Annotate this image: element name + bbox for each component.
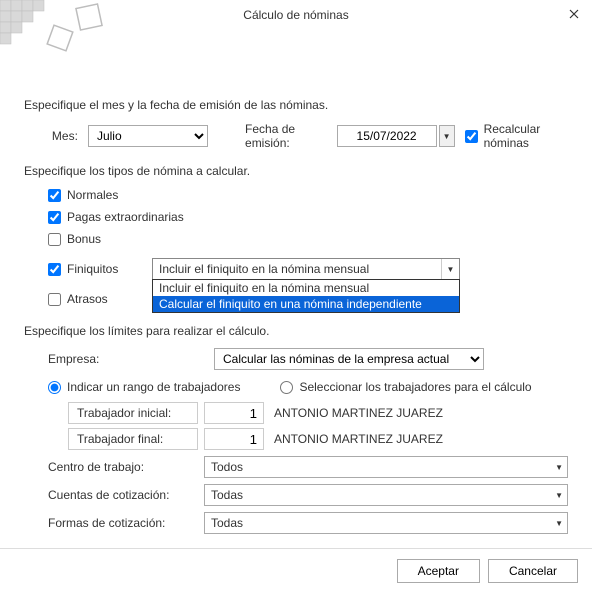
fini-option-1[interactable]: Calcular el finiquito en una nómina inde…	[153, 296, 459, 312]
worker-initial-row: Trabajador inicial: ANTONIO MARTINEZ JUA…	[68, 402, 568, 424]
mes-label: Mes:	[48, 129, 78, 143]
formas-select[interactable]: Todas▼	[204, 512, 568, 534]
decor-squares-icon	[0, 0, 110, 60]
centro-row: Centro de trabajo: Todos▼	[48, 456, 568, 478]
worker-initial-num[interactable]	[204, 402, 264, 424]
formas-label: Formas de cotización:	[48, 516, 204, 530]
fecha-input[interactable]	[337, 125, 437, 147]
radio-rango[interactable]: Indicar un rango de trabajadores	[48, 380, 240, 394]
dialog-footer: Aceptar Cancelar	[0, 548, 592, 593]
chevron-down-icon[interactable]: ▼	[441, 259, 459, 279]
chk-normales[interactable]: Normales	[48, 188, 568, 202]
empresa-label: Empresa:	[48, 352, 204, 366]
chevron-down-icon[interactable]: ▼	[555, 519, 563, 528]
cuentas-row: Cuentas de cotización: Todas▼	[48, 484, 568, 506]
section1-heading: Especifique el mes y la fecha de emisión…	[24, 98, 568, 112]
finiquitos-select[interactable]: Incluir el finiquito en la nómina mensua…	[152, 258, 460, 280]
recalc-checkbox-input[interactable]	[465, 130, 478, 143]
chevron-down-icon[interactable]: ▼	[555, 463, 563, 472]
chevron-down-icon[interactable]: ▼	[555, 491, 563, 500]
section2-heading: Especifique los tipos de nómina a calcul…	[24, 164, 568, 178]
recalc-label: Recalcular nóminas	[484, 122, 568, 150]
chk-pagas[interactable]: Pagas extraordinarias	[48, 210, 568, 224]
accept-button[interactable]: Aceptar	[397, 559, 480, 583]
cuentas-select[interactable]: Todas▼	[204, 484, 568, 506]
cuentas-label: Cuentas de cotización:	[48, 488, 204, 502]
fecha-label: Fecha de emisión:	[245, 122, 327, 150]
empresa-select[interactable]: Calcular las nóminas de la empresa actua…	[214, 348, 484, 370]
dialog-content: Especifique el mes y la fecha de emisión…	[0, 30, 592, 534]
cancel-button[interactable]: Cancelar	[488, 559, 578, 583]
chk-bonus[interactable]: Bonus	[48, 232, 568, 246]
limits-group: Empresa: Calcular las nóminas de la empr…	[24, 348, 568, 534]
worker-final-row: Trabajador final: ANTONIO MARTINEZ JUARE…	[68, 428, 568, 450]
fini-option-0[interactable]: Incluir el finiquito en la nómina mensua…	[153, 280, 459, 296]
section3-heading: Especifique los límites para realizar el…	[24, 324, 568, 338]
finiquitos-dropdown: Incluir el finiquito en la nómina mensua…	[152, 279, 460, 313]
centro-label: Centro de trabajo:	[48, 460, 204, 474]
radio-seleccionar[interactable]: Seleccionar los trabajadores para el cál…	[280, 380, 531, 394]
worker-initial-name: ANTONIO MARTINEZ JUAREZ	[274, 406, 443, 420]
finiquitos-select-display[interactable]: Incluir el finiquito en la nómina mensua…	[152, 258, 460, 280]
recalc-checkbox[interactable]: Recalcular nóminas	[465, 122, 568, 150]
date-picker-icon[interactable]: ▼	[439, 125, 455, 147]
worker-final-name: ANTONIO MARTINEZ JUAREZ	[274, 432, 443, 446]
type-list: Normales Pagas extraordinarias Bonus Fin…	[48, 188, 568, 306]
worker-initial-label: Trabajador inicial:	[68, 402, 198, 424]
centro-select[interactable]: Todos▼	[204, 456, 568, 478]
worker-mode-radios: Indicar un rango de trabajadores Selecci…	[48, 380, 568, 394]
chk-finiquitos[interactable]: Finiquitos	[48, 262, 134, 276]
formas-row: Formas de cotización: Todas▼	[48, 512, 568, 534]
close-icon[interactable]	[564, 4, 584, 24]
mes-select[interactable]: Julio	[88, 125, 208, 147]
worker-final-label: Trabajador final:	[68, 428, 198, 450]
window-title: Cálculo de nóminas	[243, 8, 348, 22]
worker-final-num[interactable]	[204, 428, 264, 450]
fecha-input-group: ▼	[337, 125, 455, 147]
month-date-row: Mes: Julio Fecha de emisión: ▼ Recalcula…	[48, 122, 568, 150]
